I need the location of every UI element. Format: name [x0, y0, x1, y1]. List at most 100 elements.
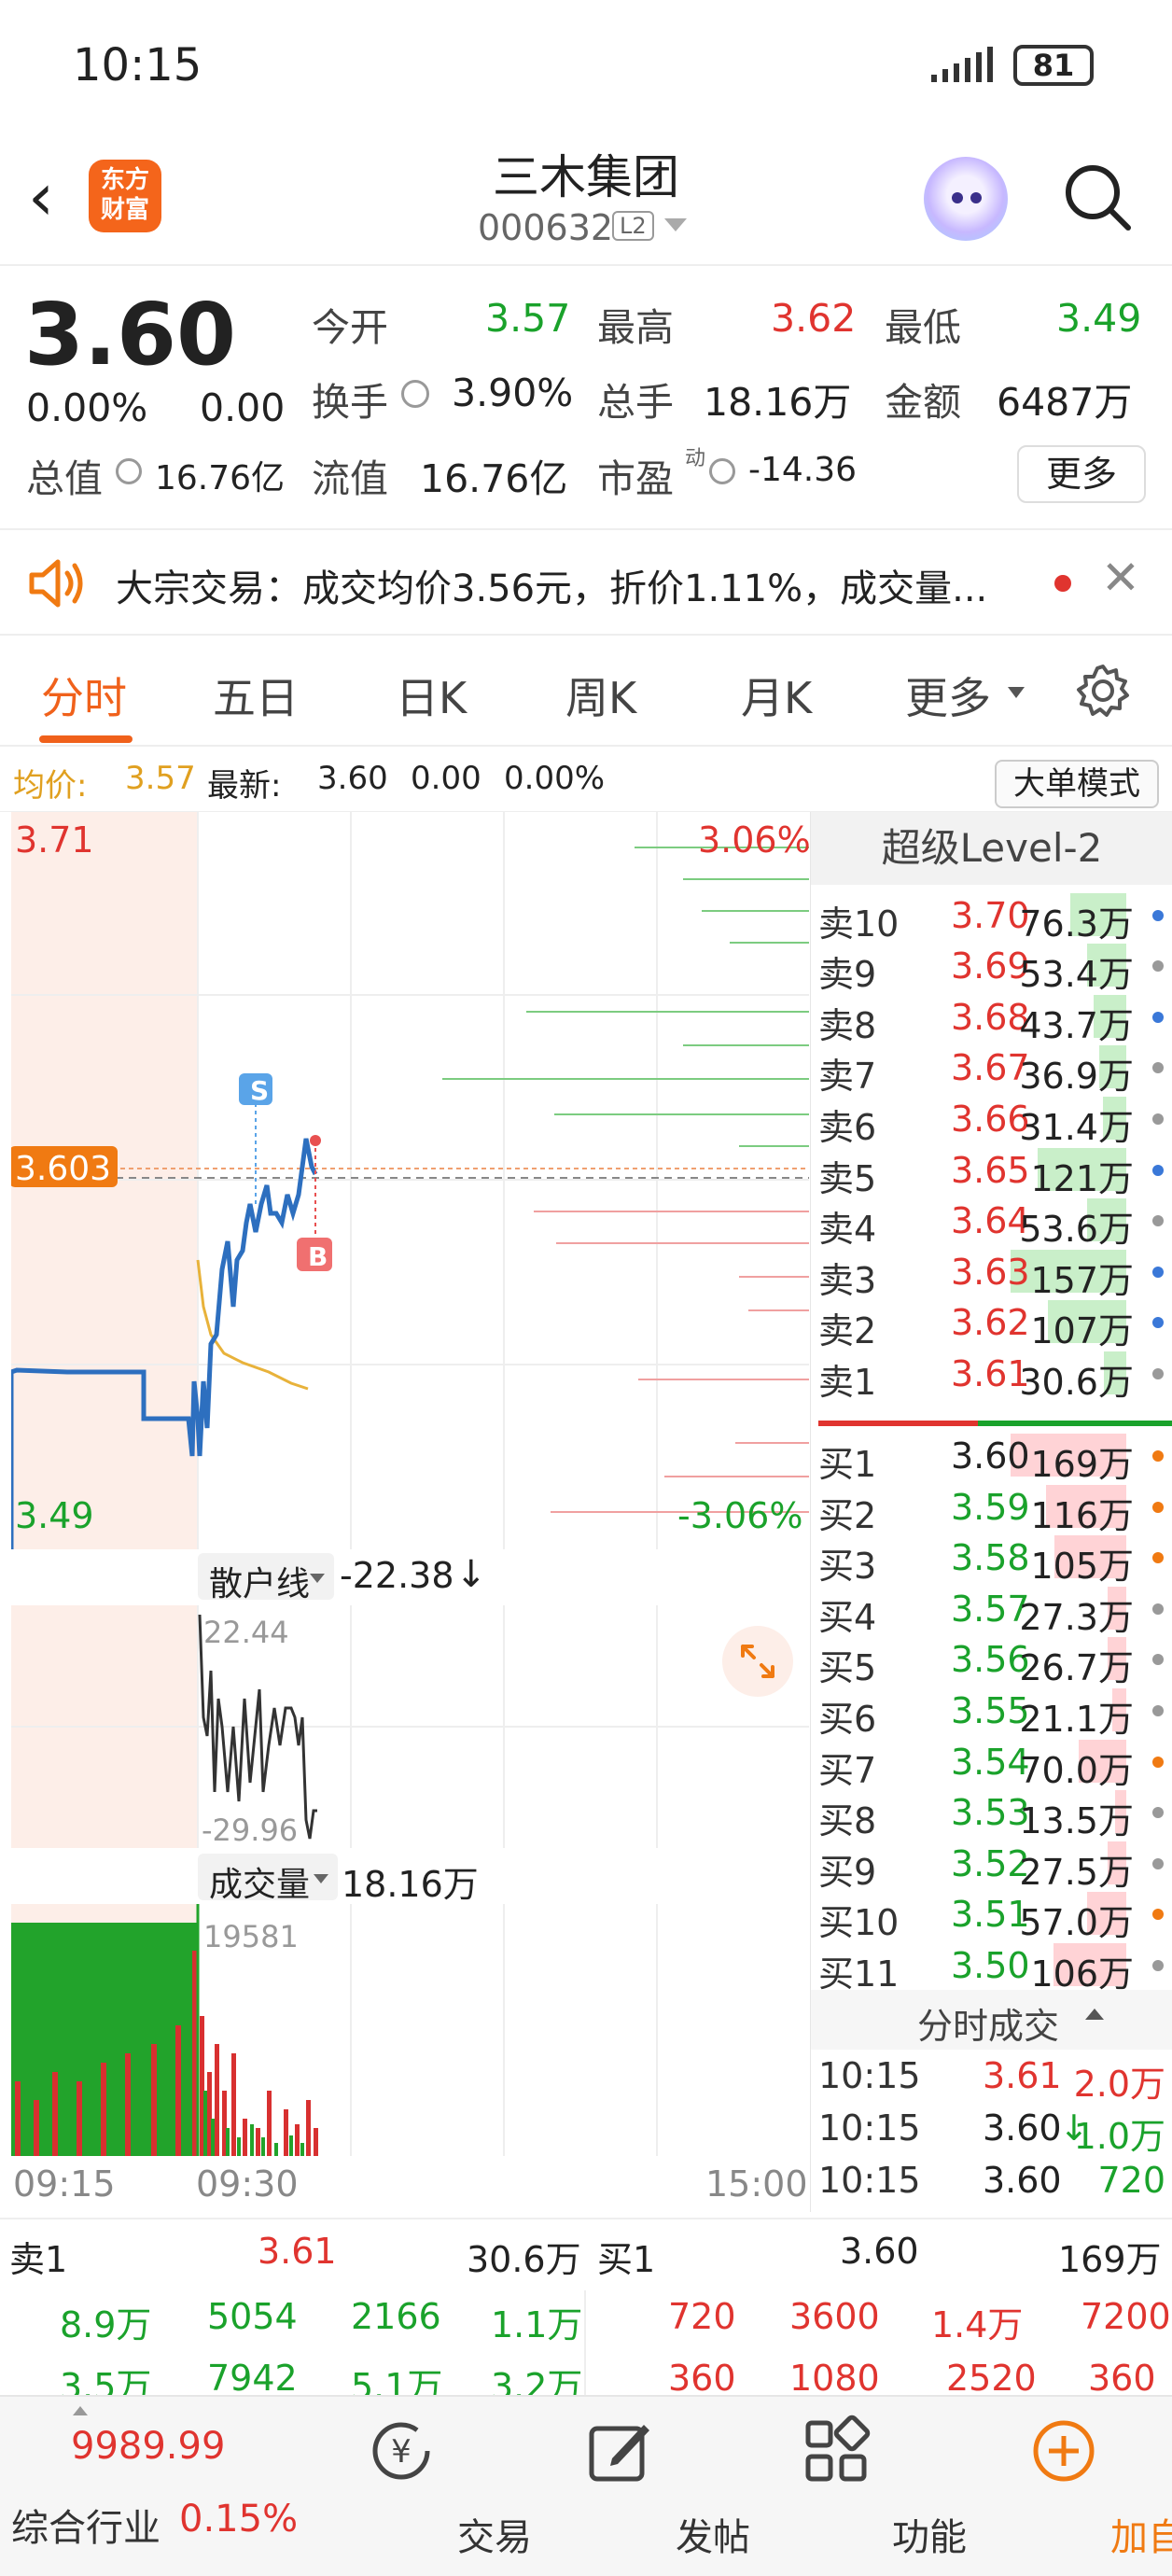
- summary-divider: [584, 2290, 586, 2395]
- book-divider: [818, 1421, 1172, 1426]
- ask-row[interactable]: 卖5 3.65 121万: [818, 1144, 1172, 1199]
- ask-row[interactable]: 卖6 3.66 31.4万: [818, 1093, 1172, 1148]
- tab-intraday[interactable]: 分时: [41, 665, 127, 726]
- bid-row[interactable]: 买10 3.51 57.0万: [818, 1888, 1172, 1943]
- info-icon[interactable]: [401, 380, 429, 408]
- bid-price: 3.54: [951, 1741, 1030, 1783]
- tab-weekly-k[interactable]: 周K: [565, 665, 636, 726]
- ask-price: 3.65: [951, 1149, 1030, 1191]
- change-pct: 0.00%: [26, 385, 148, 430]
- ask-row[interactable]: 卖8 3.68 43.7万: [818, 991, 1172, 1046]
- ask-row[interactable]: 卖7 3.67 36.9万: [818, 1042, 1172, 1097]
- ask-level-label: 卖3: [818, 1259, 877, 1301]
- caret-down-icon[interactable]: [664, 218, 687, 231]
- stock-name[interactable]: 三木集团: [399, 140, 773, 207]
- unread-dot: [1054, 575, 1071, 592]
- nav-add-watchlist[interactable]: 加自选: [961, 2397, 1172, 2576]
- gear-icon[interactable]: [1075, 663, 1131, 719]
- tab-daily-k[interactable]: 日K: [396, 665, 467, 726]
- bid-row[interactable]: 买9 3.52 27.5万: [818, 1838, 1172, 1893]
- stock-code[interactable]: 000632: [478, 207, 613, 248]
- bid-volume: 57.0万: [1019, 1902, 1134, 1944]
- level1-summary: 卖1 3.61 30.6万 买1 3.60 169万 8.9万 5054 216…: [0, 2218, 1172, 2407]
- retail-line-selector[interactable]: 散户线: [198, 1553, 334, 1603]
- level2-title[interactable]: 超级Level-2: [811, 812, 1172, 885]
- ask-volume: 76.3万: [1019, 903, 1134, 945]
- change-value: 0.00: [200, 385, 286, 430]
- bid-row[interactable]: 买2 3.59 116万: [818, 1481, 1172, 1536]
- ask-price: 3.67: [951, 1047, 1030, 1089]
- ask-row[interactable]: 卖10 3.70 76.3万: [818, 889, 1172, 945]
- bid-row[interactable]: 买1 3.60 169万: [818, 1430, 1172, 1485]
- ask-row[interactable]: 卖9 3.69 53.4万: [818, 940, 1172, 995]
- nav-functions[interactable]: 功能: [743, 2397, 967, 2576]
- ask-row[interactable]: 卖2 3.62 107万: [818, 1296, 1172, 1351]
- bid-row[interactable]: 买6 3.55 21.1万: [818, 1685, 1172, 1740]
- volume-chart-value: 18.16万: [342, 1864, 479, 1905]
- bid-row[interactable]: 买8 3.53 13.5万: [818, 1786, 1172, 1841]
- svg-text:¥: ¥: [391, 2433, 412, 2471]
- more-button[interactable]: 更多: [1017, 445, 1146, 503]
- info-icon[interactable]: [116, 458, 142, 484]
- volume-selector[interactable]: 成交量: [198, 1854, 338, 1904]
- bid-row[interactable]: 买4 3.57 27.3万: [818, 1583, 1172, 1638]
- bid-volume: 27.5万: [1019, 1851, 1134, 1893]
- order-book: 超级Level-2 卖113.7122.3万卖103.7076.3万卖93.69…: [810, 812, 1172, 2212]
- battery-icon: 81: [1013, 45, 1094, 86]
- amount-value: 6487万: [997, 380, 1133, 425]
- bid-row[interactable]: 买5 3.56 26.7万: [818, 1633, 1172, 1688]
- ask-detail: 7942: [207, 2358, 298, 2399]
- index-ticker[interactable]: 9989.99 综合行业 0.15%: [0, 2397, 308, 2576]
- index-name: 综合行业: [11, 2507, 160, 2550]
- bid-level-label: 买1: [818, 1444, 877, 1485]
- retail-line-chart[interactable]: [11, 1605, 809, 1848]
- block-trade-notice[interactable]: 大宗交易：成交均价3.56元，折价1.11%，成交量... ✕: [0, 528, 1172, 636]
- ask-volume: 157万: [1030, 1259, 1134, 1301]
- close-icon[interactable]: ✕: [1101, 554, 1140, 601]
- nav-trade[interactable]: ¥ 交易: [308, 2397, 532, 2576]
- ask-row[interactable]: 卖3 3.63 157万: [818, 1246, 1172, 1301]
- retail-max-label: 22.44: [203, 1615, 289, 1650]
- ask-row[interactable]: 卖1 3.61 30.6万: [818, 1348, 1172, 1403]
- volume-chart[interactable]: [11, 1904, 809, 2156]
- ticks-header[interactable]: 分时成交: [811, 1990, 1172, 2050]
- bid-level-label: 买7: [818, 1749, 877, 1791]
- info-icon[interactable]: [709, 458, 735, 484]
- big-order-mode-button[interactable]: 大单模式: [995, 760, 1159, 808]
- assistant-robot-icon[interactable]: [924, 157, 1008, 241]
- tick-price: 3.61: [983, 2055, 1062, 2096]
- search-icon[interactable]: [1059, 159, 1134, 233]
- pe-dynamic-sup: 动: [685, 447, 706, 470]
- notice-text[interactable]: 大宗交易：成交均价3.56元，折价1.11%，成交量...: [116, 558, 1049, 612]
- bid-row[interactable]: 买11 3.50 106万: [818, 1939, 1172, 1995]
- bid-row[interactable]: 买7 3.54 70.0万: [818, 1736, 1172, 1791]
- bid-level-label: 买3: [818, 1546, 877, 1588]
- turnover-label: 换手: [312, 380, 388, 425]
- bid-volume: 26.7万: [1019, 1647, 1134, 1689]
- price-top-label: 3.71: [15, 819, 94, 861]
- tab-monthly-k[interactable]: 月K: [741, 665, 812, 726]
- edit-icon: [589, 2425, 649, 2482]
- ask-volume: 121万: [1030, 1157, 1134, 1199]
- summary-bid1-vol: 169万: [1058, 2239, 1162, 2280]
- bottom-nav: 9989.99 综合行业 0.15% ¥ 交易 发帖 功能 加自选: [0, 2395, 1172, 2576]
- pct-top-label: 3.06%: [698, 819, 811, 861]
- tab-five-day[interactable]: 五日: [213, 665, 299, 726]
- bid-level-label: 买10: [818, 1902, 900, 1944]
- bid-detail: 360: [668, 2358, 736, 2399]
- bid-row[interactable]: 买3 3.58 105万: [818, 1532, 1172, 1587]
- back-icon[interactable]: ‹: [28, 164, 54, 230]
- ask-row[interactable]: 卖4 3.64 53.6万: [818, 1195, 1172, 1250]
- expand-button[interactable]: [722, 1626, 793, 1697]
- buy-marker-label: B: [308, 1241, 328, 1272]
- ask-level-label: 卖7: [818, 1056, 877, 1098]
- summary-bid1-label: 买1: [597, 2239, 656, 2280]
- volume-value: 18.16万: [704, 380, 852, 425]
- app-logo[interactable]: 东方 财富: [89, 160, 161, 232]
- intraday-price-chart[interactable]: [11, 812, 809, 1549]
- tab-more[interactable]: 更多: [905, 665, 991, 726]
- retail-line-value: -22.38: [340, 1555, 454, 1596]
- nav-post[interactable]: 发帖: [526, 2397, 750, 2576]
- summary-ask1-vol: 30.6万: [467, 2239, 581, 2280]
- bid-detail: 1.4万: [931, 2304, 1024, 2345]
